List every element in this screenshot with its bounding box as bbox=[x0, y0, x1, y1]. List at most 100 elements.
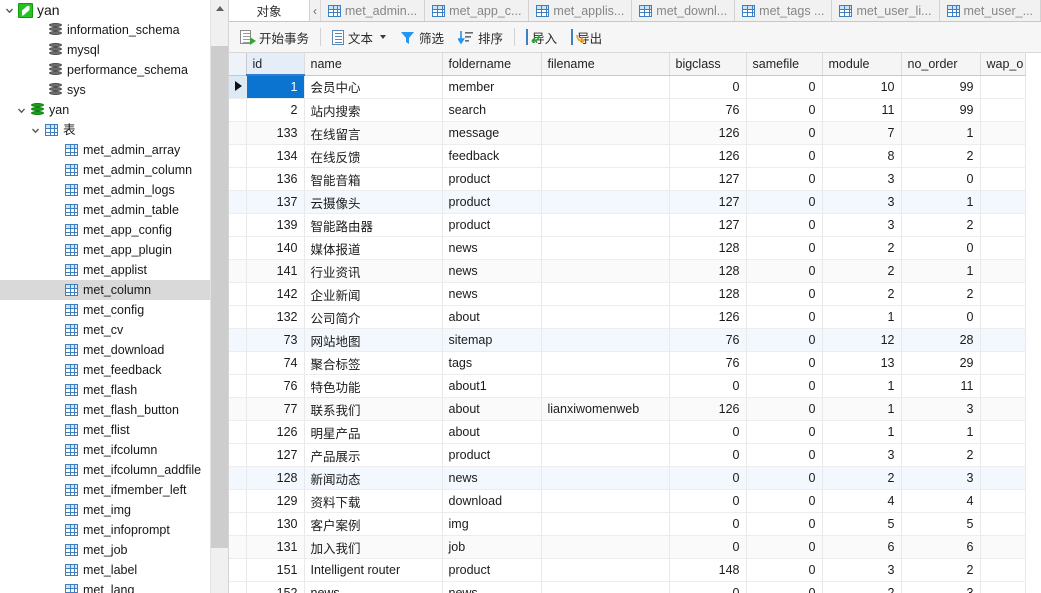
cell-filename[interactable] bbox=[541, 490, 669, 513]
column-header-id[interactable]: id bbox=[246, 53, 304, 75]
table-tab[interactable]: met_user_... bbox=[940, 0, 1041, 21]
cell-foldername[interactable]: product bbox=[442, 214, 541, 237]
tree-table-met_admin_logs[interactable]: met_admin_logs bbox=[0, 180, 228, 200]
cell-id[interactable]: 134 bbox=[246, 145, 304, 168]
cell-samefile[interactable]: 0 bbox=[746, 444, 822, 467]
column-header-samefile[interactable]: samefile bbox=[746, 53, 822, 75]
row-marker-cell[interactable] bbox=[229, 467, 246, 490]
cell-filename[interactable] bbox=[541, 260, 669, 283]
expand-chevron-down-icon[interactable] bbox=[28, 120, 42, 140]
cell-module[interactable]: 3 bbox=[822, 444, 901, 467]
row-marker-cell[interactable] bbox=[229, 421, 246, 444]
cell-filename[interactable] bbox=[541, 75, 669, 99]
cell-module[interactable]: 6 bbox=[822, 536, 901, 559]
cell-module[interactable]: 3 bbox=[822, 168, 901, 191]
cell-wap_o[interactable] bbox=[980, 513, 1025, 536]
tree-table-met_applist[interactable]: met_applist bbox=[0, 260, 228, 280]
cell-samefile[interactable]: 0 bbox=[746, 283, 822, 306]
cell-filename[interactable] bbox=[541, 168, 669, 191]
row-marker-cell[interactable] bbox=[229, 237, 246, 260]
cell-wap_o[interactable] bbox=[980, 306, 1025, 329]
tree-table-met_feedback[interactable]: met_feedback bbox=[0, 360, 228, 380]
table-row[interactable]: 2站内搜索search7601199 bbox=[229, 99, 1025, 122]
cell-wap_o[interactable] bbox=[980, 168, 1025, 191]
table-tab[interactable]: met_admin... bbox=[321, 0, 425, 21]
cell-name[interactable]: 客户案例 bbox=[304, 513, 442, 536]
cell-module[interactable]: 5 bbox=[822, 513, 901, 536]
cell-samefile[interactable]: 0 bbox=[746, 122, 822, 145]
cell-foldername[interactable]: news bbox=[442, 260, 541, 283]
cell-name[interactable]: 联系我们 bbox=[304, 398, 442, 421]
row-marker-cell[interactable] bbox=[229, 75, 246, 99]
cell-id[interactable]: 142 bbox=[246, 283, 304, 306]
cell-module[interactable]: 8 bbox=[822, 145, 901, 168]
cell-name[interactable]: 加入我们 bbox=[304, 536, 442, 559]
expand-chevron-down-icon[interactable] bbox=[14, 100, 28, 120]
cell-samefile[interactable]: 0 bbox=[746, 559, 822, 582]
cell-samefile[interactable]: 0 bbox=[746, 145, 822, 168]
export-button[interactable]: 导出 bbox=[564, 25, 609, 49]
cell-wap_o[interactable] bbox=[980, 559, 1025, 582]
table-row[interactable]: 131加入我们job0066 bbox=[229, 536, 1025, 559]
cell-module[interactable]: 11 bbox=[822, 99, 901, 122]
table-row[interactable]: 1会员中心member001099 bbox=[229, 75, 1025, 99]
tree-database-yan[interactable]: yan bbox=[0, 100, 228, 120]
cell-id[interactable]: 130 bbox=[246, 513, 304, 536]
cell-name[interactable]: 企业新闻 bbox=[304, 283, 442, 306]
table-row[interactable]: 128新闻动态news0023 bbox=[229, 467, 1025, 490]
cell-id[interactable]: 131 bbox=[246, 536, 304, 559]
cell-bigclass[interactable]: 76 bbox=[669, 352, 746, 375]
cell-samefile[interactable]: 0 bbox=[746, 490, 822, 513]
cell-bigclass[interactable]: 126 bbox=[669, 145, 746, 168]
cell-filename[interactable] bbox=[541, 444, 669, 467]
row-marker-cell[interactable] bbox=[229, 352, 246, 375]
row-marker-cell[interactable] bbox=[229, 536, 246, 559]
filter-button[interactable]: 筛选 bbox=[393, 25, 451, 49]
cell-module[interactable]: 7 bbox=[822, 122, 901, 145]
cell-no_order[interactable]: 1 bbox=[901, 421, 980, 444]
column-header-module[interactable]: module bbox=[822, 53, 901, 75]
cell-samefile[interactable]: 0 bbox=[746, 375, 822, 398]
cell-filename[interactable] bbox=[541, 122, 669, 145]
tree-table-met_app_plugin[interactable]: met_app_plugin bbox=[0, 240, 228, 260]
tree-tables-group[interactable]: 表 bbox=[0, 120, 228, 140]
cell-foldername[interactable]: tags bbox=[442, 352, 541, 375]
cell-id[interactable]: 1 bbox=[246, 75, 304, 99]
cell-id[interactable]: 141 bbox=[246, 260, 304, 283]
cell-wap_o[interactable] bbox=[980, 214, 1025, 237]
cell-module[interactable]: 2 bbox=[822, 283, 901, 306]
cell-no_order[interactable]: 4 bbox=[901, 490, 980, 513]
tree-connection-yan[interactable]: yan bbox=[0, 0, 228, 20]
cell-no_order[interactable]: 0 bbox=[901, 168, 980, 191]
table-row[interactable]: 76特色功能about100111 bbox=[229, 375, 1025, 398]
cell-bigclass[interactable]: 126 bbox=[669, 398, 746, 421]
cell-no_order[interactable]: 99 bbox=[901, 99, 980, 122]
cell-samefile[interactable]: 0 bbox=[746, 168, 822, 191]
tree-vertical-scrollbar[interactable] bbox=[210, 0, 228, 593]
cell-id[interactable]: 136 bbox=[246, 168, 304, 191]
cell-no_order[interactable]: 2 bbox=[901, 559, 980, 582]
cell-samefile[interactable]: 0 bbox=[746, 306, 822, 329]
cell-samefile[interactable]: 0 bbox=[746, 352, 822, 375]
tree-table-met_app_config[interactable]: met_app_config bbox=[0, 220, 228, 240]
column-header-filename[interactable]: filename bbox=[541, 53, 669, 75]
cell-bigclass[interactable]: 127 bbox=[669, 191, 746, 214]
cell-bigclass[interactable]: 0 bbox=[669, 490, 746, 513]
tree-table-met_column[interactable]: met_column bbox=[0, 280, 228, 300]
cell-name[interactable]: 智能音箱 bbox=[304, 168, 442, 191]
cell-samefile[interactable]: 0 bbox=[746, 582, 822, 593]
cell-foldername[interactable]: product bbox=[442, 191, 541, 214]
cell-foldername[interactable]: product bbox=[442, 444, 541, 467]
row-marker-cell[interactable] bbox=[229, 444, 246, 467]
cell-no_order[interactable]: 3 bbox=[901, 582, 980, 593]
cell-module[interactable]: 2 bbox=[822, 582, 901, 593]
cell-name[interactable]: 网站地图 bbox=[304, 329, 442, 352]
tree-table-met_download[interactable]: met_download bbox=[0, 340, 228, 360]
cell-module[interactable]: 1 bbox=[822, 375, 901, 398]
cell-filename[interactable] bbox=[541, 467, 669, 490]
row-marker-cell[interactable] bbox=[229, 191, 246, 214]
cell-id[interactable]: 76 bbox=[246, 375, 304, 398]
cell-wap_o[interactable] bbox=[980, 375, 1025, 398]
table-row[interactable]: 73网站地图sitemap7601228 bbox=[229, 329, 1025, 352]
cell-no_order[interactable]: 0 bbox=[901, 306, 980, 329]
